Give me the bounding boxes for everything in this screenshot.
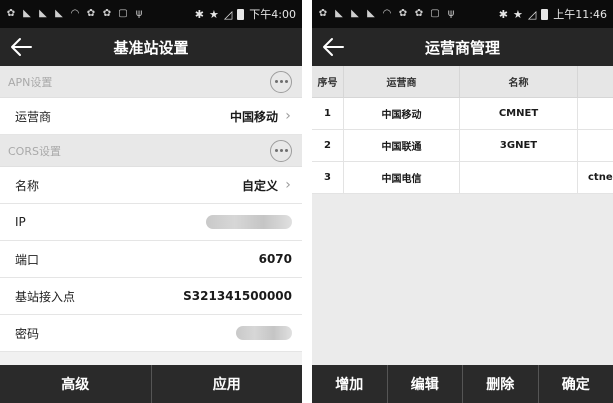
row-label: 名称 [15, 178, 40, 193]
mute-icon: ◣ [335, 9, 343, 19]
mute-icon: ◣ [23, 9, 31, 19]
status-time: 下午4:00 [249, 8, 296, 21]
page-title: 基准站设置 [113, 38, 189, 57]
row-label: 端口 [15, 252, 40, 267]
wifi-icon: ◠ [70, 9, 80, 19]
cell-operator: 中国电信 [344, 162, 460, 194]
section-label: CORS设置 [8, 144, 61, 158]
battery-icon [541, 8, 549, 20]
more-options-icon[interactable] [270, 70, 292, 93]
cell-name [460, 162, 578, 194]
mute-icon: ◣ [351, 9, 359, 19]
row-password[interactable]: 密码 [0, 315, 302, 352]
chevron-right-icon: › [285, 177, 291, 193]
back-arrow-icon[interactable] [8, 35, 34, 59]
ip-value-blurred [206, 215, 292, 229]
signal-icon: ◿ [527, 7, 537, 21]
sync-icon: ✿ [86, 9, 96, 19]
bluetooth-icon: ✱ [194, 7, 204, 21]
row-label: 基站接入点 [15, 289, 76, 304]
sync-icon: ✿ [6, 9, 16, 19]
section-header-apn: APN设置 [0, 66, 302, 98]
password-value-blurred [236, 326, 292, 340]
row-label: 运营商 [15, 109, 52, 124]
cell-extra: ctne [578, 162, 613, 194]
cell-index: 3 [312, 162, 344, 194]
column-header-extra [578, 66, 613, 98]
section-header-cors: CORS设置 [0, 135, 302, 167]
advanced-button[interactable]: 高级 [0, 365, 152, 403]
usb-icon: ψ [447, 9, 455, 19]
section-label: APN设置 [8, 75, 53, 89]
table-header-row: 序号 运营商 名称 [312, 66, 613, 98]
delete-button[interactable]: 删除 [463, 365, 539, 403]
row-value: S321341500000 [183, 289, 292, 303]
operator-table: 序号 运营商 名称 1 中国移动 CMNET 2 中国联通 3GNET 3 中国… [312, 66, 613, 194]
confirm-button[interactable]: 确定 [539, 365, 613, 403]
cell-name: 3GNET [460, 130, 578, 162]
battery-icon [237, 8, 245, 20]
usb-icon: ψ [135, 9, 143, 19]
wifi-icon: ◠ [382, 9, 392, 19]
status-time: 上午11:46 [553, 8, 607, 21]
sync-icon: ✿ [398, 9, 408, 19]
notification-icons: ✿ ◣ ◣ ◣ ◠ ✿ ✿ ▢ ψ [6, 9, 195, 19]
column-header-index: 序号 [312, 66, 344, 98]
row-operator[interactable]: 运营商 中国移动 › [0, 98, 302, 135]
more-options-icon[interactable] [270, 139, 292, 162]
edit-button[interactable]: 编辑 [388, 365, 463, 403]
title-bar: 基准站设置 [0, 28, 302, 66]
mute-icon: ◣ [39, 9, 47, 19]
chevron-right-icon: › [285, 108, 291, 124]
back-arrow-icon[interactable] [320, 35, 346, 59]
page-title: 运营商管理 [424, 38, 500, 57]
cell-extra [578, 130, 613, 162]
row-mountpoint[interactable]: 基站接入点 S321341500000 [0, 278, 302, 315]
mute-icon: ◣ [55, 9, 63, 19]
cell-operator: 中国联通 [344, 130, 460, 162]
cell-operator: 中国移动 [344, 98, 460, 130]
row-name[interactable]: 名称 自定义 › [0, 167, 302, 204]
row-value: 自定义 [241, 178, 278, 193]
bottom-action-bar: 增加 编辑 删除 确定 [312, 365, 613, 403]
signal-icon: ◿ [223, 7, 233, 21]
table-row[interactable]: 2 中国联通 3GNET [312, 130, 613, 162]
notification-icons: ✿ ◣ ◣ ◣ ◠ ✿ ✿ ▢ ψ [318, 9, 499, 19]
cell-index: 2 [312, 130, 344, 162]
bluetooth-icon: ✱ [498, 7, 508, 21]
star-icon: ★ [208, 7, 219, 21]
sync-icon: ✿ [318, 9, 328, 19]
row-label: IP [15, 215, 26, 229]
left-screen: ✿ ◣ ◣ ◣ ◠ ✿ ✿ ▢ ψ ✱ ★ ◿ 下午4:00 基准站设置 APN… [0, 0, 302, 403]
right-screen: ✿ ◣ ◣ ◣ ◠ ✿ ✿ ▢ ψ ✱ ★ ◿ 上午11:46 运营商管理 序号… [312, 0, 613, 403]
row-value: 6070 [258, 252, 292, 266]
row-label: 密码 [15, 326, 40, 341]
row-value: 中国移动 [229, 109, 278, 124]
cell-extra [578, 98, 613, 130]
row-port[interactable]: 端口 6070 [0, 241, 302, 278]
cell-index: 1 [312, 98, 344, 130]
cell-name: CMNET [460, 98, 578, 130]
sync-icon: ✿ [102, 9, 112, 19]
add-button[interactable]: 增加 [312, 365, 388, 403]
sync-icon: ✿ [414, 9, 424, 19]
star-icon: ★ [512, 7, 523, 21]
message-icon: ▢ [430, 9, 440, 19]
table-row[interactable]: 3 中国电信 ctne [312, 162, 613, 194]
status-bar: ✿ ◣ ◣ ◣ ◠ ✿ ✿ ▢ ψ ✱ ★ ◿ 上午11:46 [312, 0, 613, 28]
mute-icon: ◣ [367, 9, 375, 19]
column-header-name: 名称 [460, 66, 578, 98]
column-header-operator: 运营商 [344, 66, 460, 98]
apply-button[interactable]: 应用 [152, 365, 303, 403]
bottom-action-bar: 高级 应用 [0, 365, 302, 403]
title-bar: 运营商管理 [312, 28, 613, 66]
message-icon: ▢ [118, 9, 128, 19]
status-bar: ✿ ◣ ◣ ◣ ◠ ✿ ✿ ▢ ψ ✱ ★ ◿ 下午4:00 [0, 0, 302, 28]
table-row[interactable]: 1 中国移动 CMNET [312, 98, 613, 130]
row-ip[interactable]: IP [0, 204, 302, 241]
